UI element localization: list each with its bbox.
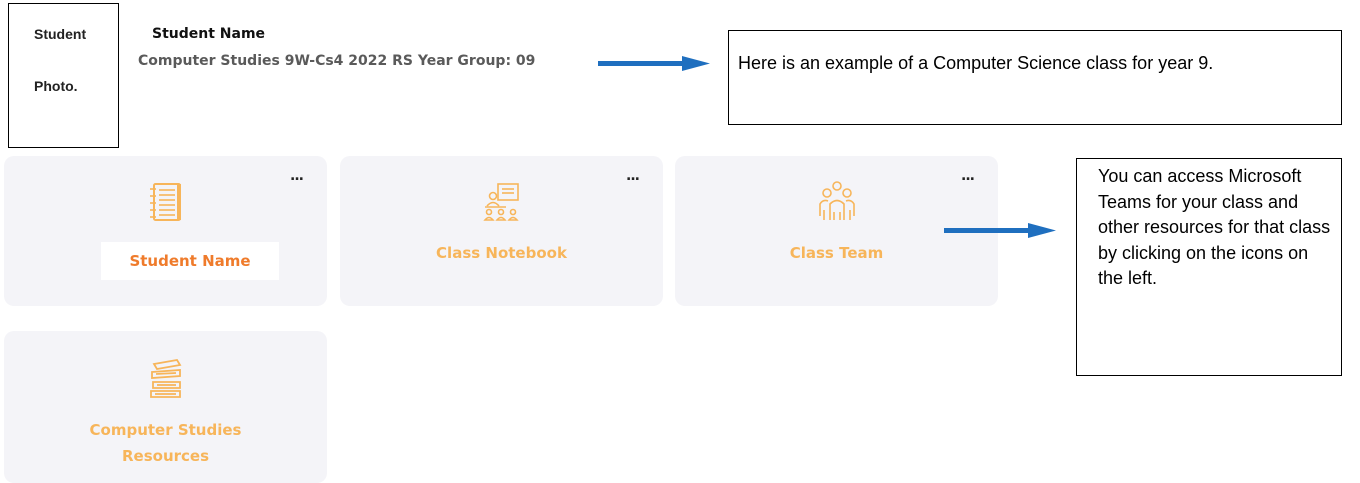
tile-label-line1: Computer Studies — [89, 421, 242, 439]
more-options-icon[interactable]: ... — [961, 168, 975, 184]
arrow-right-icon — [944, 223, 1056, 238]
notebook-icon — [149, 183, 181, 221]
student-name-badge[interactable]: Student Name — [101, 242, 279, 280]
tile-label-line2: Resources — [121, 447, 210, 465]
books-stack-icon — [149, 359, 181, 398]
photo-label-line1: Student — [34, 26, 87, 42]
class-info-text: Computer Studies 9W-Cs4 2022 RS Year Gro… — [138, 53, 536, 69]
student-name-heading: Student Name — [152, 26, 266, 42]
tile-student-name[interactable]: ... Student Name — [4, 156, 327, 306]
arrow-right-icon — [598, 56, 710, 71]
more-options-icon[interactable]: ... — [290, 168, 304, 184]
classroom-presentation-icon — [482, 183, 519, 221]
tile-label: Class Team — [789, 244, 884, 262]
student-photo-placeholder: Student Photo. — [8, 3, 119, 148]
class-example-callout: Here is an example of a Computer Science… — [728, 30, 1342, 125]
tile-computer-studies-resources[interactable]: Computer Studies Resources — [4, 331, 327, 483]
teams-access-callout: You can access Microsoft Teams for your … — [1076, 158, 1342, 376]
tile-label: Class Notebook — [436, 244, 567, 262]
more-options-icon[interactable]: ... — [626, 168, 640, 184]
team-people-icon — [818, 181, 855, 220]
photo-label-line2: Photo. — [34, 78, 78, 94]
tile-class-notebook[interactable]: ... Class Notebook — [340, 156, 663, 306]
